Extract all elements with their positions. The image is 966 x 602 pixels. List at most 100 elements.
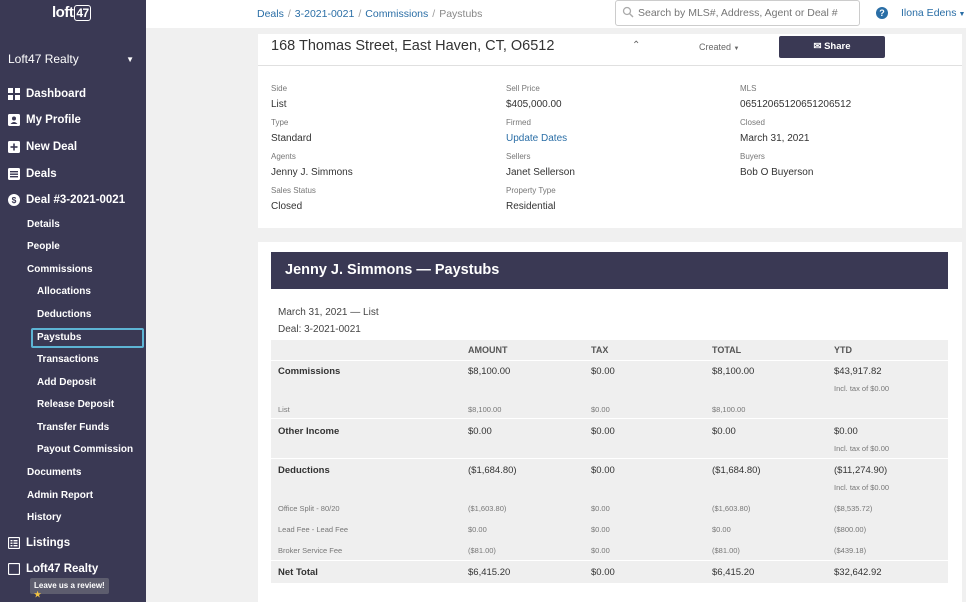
row-label-list: List [278,405,290,414]
deal-address: 168 Thomas Street, East Haven, CT, O6512 [271,38,555,54]
paystub-title: Jenny J. Simmons — Paystubs [271,252,948,289]
list-tax: $0.00 [591,405,610,414]
sidebar-item-label: Deals [26,168,57,180]
breadcrumb-separator: / [358,8,362,20]
commissions-amount: $8,100.00 [468,366,511,377]
sidebar-item-deductions[interactable]: Deductions [37,309,91,320]
created-sort-dropdown[interactable]: Created ▼ [699,42,740,52]
breadcrumb-deals[interactable]: Deals [257,8,284,20]
net-total-ytd: $32,642.92 [834,567,882,578]
breadcrumb-commissions[interactable]: Commissions [365,8,428,20]
sell-price-value: $405,000.00 [506,99,562,110]
deductions-amount: ($1,684.80) [468,465,517,476]
paystub-card: Jenny J. Simmons — Paystubs March 31, 20… [258,242,962,602]
svg-text:$: $ [12,195,17,205]
breadcrumb-deal-number[interactable]: 3-2021-0021 [295,8,355,20]
type-label: Type [271,118,289,127]
property-type-label: Property Type [506,186,556,195]
sell-price-label: Sell Price [506,84,540,93]
list-total: $8,100.00 [712,405,746,414]
sidebar-item-transfer-funds[interactable]: Transfer Funds [37,422,109,433]
other-income-total: $0.00 [712,426,736,437]
logo-text: loft [52,4,74,21]
breadcrumb: Deals/3-2021-0021/Commissions / Paystubs [257,8,482,20]
broker-service-fee-amount: ($81.00) [468,546,496,555]
chevron-up-icon[interactable]: ⌃ [632,40,640,51]
share-button[interactable]: ✉ Share [779,36,885,58]
net-total-total: $6,415.20 [712,567,755,578]
property-type-value: Residential [506,201,556,212]
lead-fee-ytd: ($800.00) [834,525,867,534]
side-value: List [271,99,287,110]
agents-value: Jenny J. Simmons [271,167,353,178]
search-icon [622,6,634,18]
type-value: Standard [271,133,312,144]
building-icon [8,563,20,575]
mls-value: 06512065120651206512 [740,99,852,110]
search-box[interactable] [615,0,860,26]
user-name: Ilona Edens [901,7,957,19]
broker-service-fee-tax: $0.00 [591,546,610,555]
other-income-tax: $0.00 [591,426,615,437]
row-label-net-total: Net Total [278,567,318,578]
other-income-ytd: $0.00 [834,426,858,437]
row-label-other-income: Other Income [278,426,340,437]
sidebar-item-label: Loft47 Realty [26,563,99,575]
row-label-broker-service-fee: Broker Service Fee [278,546,343,555]
created-label: Created [699,42,732,52]
loft47-logo[interactable]: loft 47 [52,4,91,21]
row-divider [271,458,948,459]
commissions-ytd: $43,917.82 [834,366,882,377]
help-icon[interactable]: ? [876,7,888,19]
commissions-tax: $0.00 [591,366,615,377]
breadcrumb-separator: / [287,8,291,20]
sidebar-item-admin-report[interactable]: Admin Report [27,490,93,501]
paystub-deal-line: Deal: 3-2021-0021 [278,324,361,335]
sidebar-item-commissions[interactable]: Commissions [27,264,93,275]
plus-square-icon [8,141,20,153]
sidebar-item-details[interactable]: Details [27,219,60,230]
office-split-total: ($1,603.80) [712,504,751,513]
sidebar-item-people[interactable]: People [27,241,60,252]
search-input[interactable] [638,5,853,21]
sidebar-item-label: New Deal [26,141,78,153]
sales-status-value: Closed [271,201,303,212]
other-income-amount: $0.00 [468,426,492,437]
sellers-label: Sellers [506,152,531,161]
agents-label: Agents [271,152,296,161]
deductions-ytd-note: Incl. tax of $0.00 [834,483,890,492]
user-menu[interactable]: Ilona Edens ▼ [901,7,965,19]
leave-review-button[interactable]: Leave us a review! ★ [30,578,109,599]
sidebar-item-label: Listings [26,537,71,549]
sidebar-item-transactions[interactable]: Transactions [37,354,99,365]
sidebar-item-release-deposit[interactable]: Release Deposit [37,399,114,410]
sidebar-item-documents[interactable]: Documents [27,467,81,478]
buyers-label: Buyers [740,152,765,161]
sidebar-item-history[interactable]: History [27,512,61,523]
divider [258,65,962,66]
side-label: Side [271,84,288,93]
sales-status-label: Sales Status [271,186,316,195]
listings-icon [8,537,20,549]
sidebar-item-add-deposit[interactable]: Add Deposit [37,377,96,388]
sidebar-item-allocations[interactable]: Allocations [37,286,91,297]
column-header-ytd: YTD [834,345,852,355]
dollar-circle-icon: $ [8,194,20,206]
breadcrumb-paystubs: Paystubs [439,8,483,20]
commissions-ytd-note: Incl. tax of $0.00 [834,384,890,393]
deductions-ytd: ($11,274.90) [834,465,888,476]
caret-down-icon: ▼ [958,11,966,18]
caret-down-icon: ▼ [733,46,740,52]
deductions-tax: $0.00 [591,465,615,476]
sidebar-item-paystubs[interactable]: Paystubs [37,332,81,343]
org-switcher[interactable]: Loft47 Realty ▼ [8,52,138,66]
update-dates-link[interactable]: Update Dates [506,133,567,144]
sidebar-item-payout-commission[interactable]: Payout Commission [37,444,133,455]
buyers-value: Bob O Buyerson [740,167,814,178]
column-header-tax: TAX [591,345,609,355]
breadcrumb-separator: / [432,8,436,20]
sidebar: loft 47 Loft47 Realty ▼ Dashboard My Profi… [0,0,146,602]
sellers-value: Janet Sellerson [506,167,575,178]
broker-service-fee-ytd: ($439.18) [834,546,867,555]
profile-icon [8,114,20,126]
